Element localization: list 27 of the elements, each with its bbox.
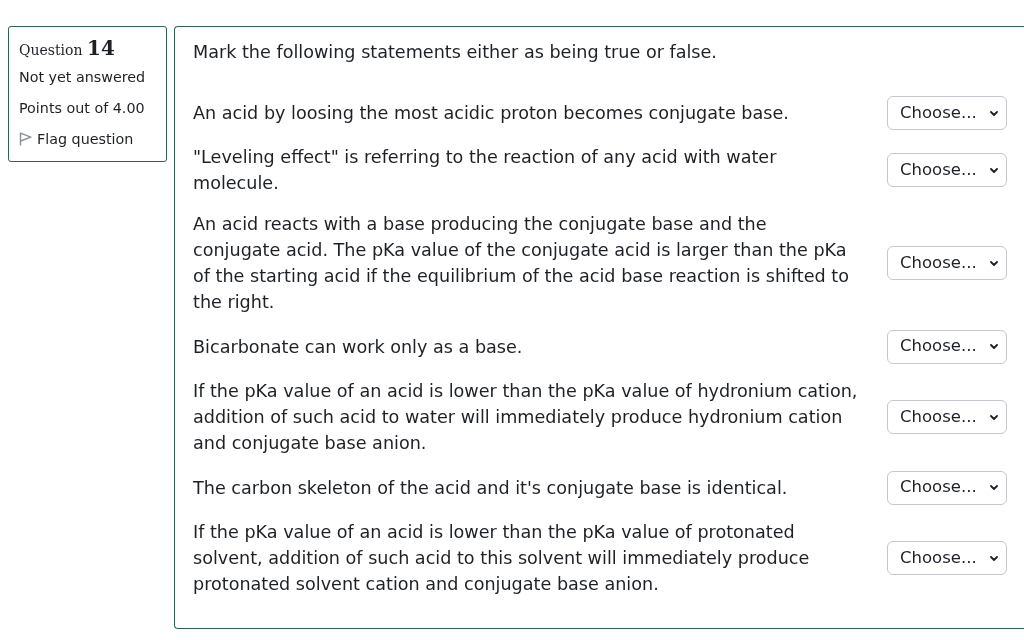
answer-dropdown[interactable]: Choose...: [887, 541, 1007, 576]
answer-dropdown[interactable]: Choose...: [887, 329, 1007, 364]
statement-text: If the pKa value of an acid is lower than the pKa value of hydronium cation, addition of such acid to water will immediately produce hydronium cation and conjugate base anion.: [193, 379, 858, 456]
chevron-down-icon: [990, 110, 998, 116]
chevron-down-icon: [990, 485, 998, 491]
statement-text: Bicarbonate can work only as a base.: [193, 335, 524, 359]
chevron-down-icon: [990, 344, 998, 350]
question-number-heading: Question 14: [19, 36, 116, 62]
statement-text: An acid by loosing the most acidic proton becomes conjugate base.: [193, 101, 790, 125]
statement-text: The carbon skeleton of the acid and it's conjugate base is identical.: [193, 476, 789, 500]
chevron-down-icon: [990, 167, 998, 173]
answer-dropdown[interactable]: Choose...: [887, 470, 1007, 505]
question-prompt: Mark the following statements either as being true or false.: [193, 41, 718, 64]
statement-text: An acid reacts with a base producing the conjugate base and the conjugate acid. The pKa value of the conjugate acid is larger than the pKa of the starting acid if the equilibrium of the acid base reaction is shifted to the right.: [193, 212, 850, 315]
statement-text: If the pKa value of an acid is lower than the pKa value of protonated solvent, addition of such acid to this solvent will immediately produce protonated solvent cation and conjugate base anion.: [193, 520, 811, 597]
statement-text: "Leveling effect" is referring to the reaction of any acid with water molecule.: [193, 146, 778, 196]
flag-icon: [19, 132, 32, 146]
points-text: Points out of 4.00: [19, 99, 146, 118]
answer-dropdown[interactable]: Choose...: [887, 96, 1007, 130]
chevron-down-icon: [990, 260, 998, 266]
chevron-down-icon: [990, 414, 998, 420]
answer-dropdown[interactable]: Choose...: [887, 153, 1007, 188]
chevron-down-icon: [990, 555, 998, 561]
answer-dropdown[interactable]: Choose...: [887, 400, 1007, 435]
flag-question-link[interactable]: Flag question: [19, 129, 134, 149]
answer-status-text: Not yet answered: [19, 68, 147, 87]
answer-dropdown[interactable]: Choose...: [887, 246, 1007, 281]
